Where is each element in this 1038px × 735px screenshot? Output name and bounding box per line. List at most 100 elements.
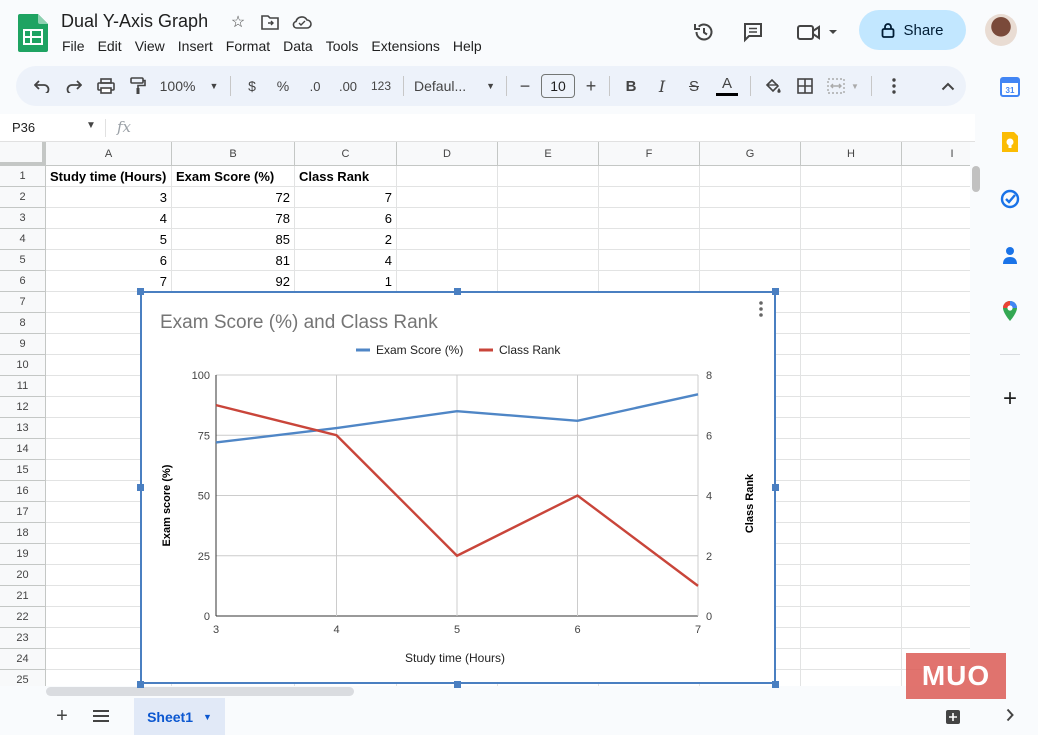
row-header-8[interactable]: 8	[0, 313, 46, 334]
cell[interactable]	[700, 166, 801, 187]
cell[interactable]	[599, 250, 700, 271]
cell[interactable]	[700, 271, 801, 292]
comments-icon[interactable]	[735, 14, 771, 50]
strikethrough-button[interactable]: S	[678, 72, 710, 100]
decrease-decimal-button[interactable]: .0	[299, 72, 331, 100]
cell[interactable]: Exam Score (%)	[172, 166, 295, 187]
cell[interactable]: 72	[172, 187, 295, 208]
cell[interactable]	[801, 670, 902, 686]
column-header-a[interactable]: A	[46, 142, 172, 166]
user-avatar[interactable]	[985, 14, 1017, 46]
undo-icon[interactable]	[26, 72, 58, 100]
paint-format-icon[interactable]	[122, 72, 154, 100]
cell[interactable]	[397, 229, 498, 250]
row-header-18[interactable]: 18	[0, 523, 46, 544]
cell[interactable]	[902, 418, 970, 439]
cell[interactable]	[397, 250, 498, 271]
menu-help[interactable]: Help	[446, 38, 488, 54]
cell[interactable]	[801, 544, 902, 565]
cell[interactable]	[801, 397, 902, 418]
tasks-icon[interactable]	[990, 184, 1030, 214]
cell[interactable]	[902, 355, 970, 376]
cell[interactable]	[700, 250, 801, 271]
cell[interactable]: 6	[295, 208, 397, 229]
cell[interactable]	[801, 481, 902, 502]
cell[interactable]	[801, 334, 902, 355]
cell[interactable]: 92	[172, 271, 295, 292]
column-header-f[interactable]: F	[599, 142, 700, 166]
column-header-d[interactable]: D	[397, 142, 498, 166]
cell[interactable]	[801, 376, 902, 397]
row-header-13[interactable]: 13	[0, 418, 46, 439]
cell[interactable]: 4	[295, 250, 397, 271]
menu-tools[interactable]: Tools	[319, 38, 365, 54]
resize-handle[interactable]	[772, 288, 779, 295]
cell[interactable]	[801, 439, 902, 460]
borders-icon[interactable]	[789, 72, 821, 100]
cell[interactable]	[902, 397, 970, 418]
sheets-logo-icon[interactable]	[18, 14, 48, 52]
currency-format-button[interactable]: $	[237, 72, 267, 100]
cell[interactable]	[902, 271, 970, 292]
cell[interactable]	[902, 565, 970, 586]
resize-handle[interactable]	[772, 484, 779, 491]
cell[interactable]	[801, 208, 902, 229]
maps-icon[interactable]	[990, 296, 1030, 326]
percent-format-button[interactable]: %	[267, 72, 299, 100]
cell[interactable]	[801, 586, 902, 607]
cell[interactable]	[902, 208, 970, 229]
column-header-g[interactable]: G	[700, 142, 801, 166]
increase-decimal-button[interactable]: .00	[331, 72, 365, 100]
add-sheet-icon[interactable]: +	[52, 706, 72, 727]
menu-format[interactable]: Format	[219, 38, 276, 54]
row-header-17[interactable]: 17	[0, 502, 46, 523]
all-sheets-icon[interactable]	[92, 709, 110, 728]
version-history-icon[interactable]	[686, 14, 722, 50]
explore-icon[interactable]	[945, 709, 961, 730]
row-header-22[interactable]: 22	[0, 607, 46, 628]
row-header-5[interactable]: 5	[0, 250, 46, 271]
row-header-3[interactable]: 3	[0, 208, 46, 229]
decrease-font-size-icon[interactable]: −	[513, 72, 537, 100]
star-icon[interactable]: ☆	[228, 12, 248, 32]
cell[interactable]	[801, 502, 902, 523]
print-icon[interactable]	[90, 72, 122, 100]
cell[interactable]: Class Rank	[295, 166, 397, 187]
column-header-e[interactable]: E	[498, 142, 599, 166]
column-header-h[interactable]: H	[801, 142, 902, 166]
row-header-4[interactable]: 4	[0, 229, 46, 250]
cell[interactable]	[700, 208, 801, 229]
chevron-down-icon[interactable]: ▼	[86, 120, 96, 131]
cell[interactable]	[397, 208, 498, 229]
cell[interactable]	[902, 586, 970, 607]
cell[interactable]	[801, 628, 902, 649]
cell[interactable]: 81	[172, 250, 295, 271]
resize-handle[interactable]	[137, 681, 144, 688]
contacts-icon[interactable]	[990, 240, 1030, 270]
menu-extensions[interactable]: Extensions	[365, 38, 446, 54]
document-title[interactable]: Dual Y-Axis Graph	[61, 11, 208, 32]
move-folder-icon[interactable]	[260, 12, 280, 32]
cell[interactable]	[599, 229, 700, 250]
row-header-14[interactable]: 14	[0, 439, 46, 460]
resize-handle[interactable]	[454, 288, 461, 295]
cell[interactable]	[498, 229, 599, 250]
cell[interactable]	[902, 607, 970, 628]
menu-file[interactable]: File	[62, 38, 91, 54]
cell[interactable]	[902, 229, 970, 250]
cell[interactable]	[498, 166, 599, 187]
resize-handle[interactable]	[772, 681, 779, 688]
keep-icon[interactable]	[990, 127, 1030, 157]
cell[interactable]	[801, 313, 902, 334]
row-header-12[interactable]: 12	[0, 397, 46, 418]
cell[interactable]	[801, 460, 902, 481]
cloud-status-icon[interactable]	[292, 12, 312, 32]
cell[interactable]	[801, 292, 902, 313]
cell[interactable]	[902, 523, 970, 544]
cell[interactable]: 78	[172, 208, 295, 229]
more-vert-icon[interactable]	[878, 72, 910, 100]
cell[interactable]: 3	[46, 187, 172, 208]
cell[interactable]	[902, 502, 970, 523]
cell[interactable]	[599, 166, 700, 187]
cell[interactable]	[902, 313, 970, 334]
